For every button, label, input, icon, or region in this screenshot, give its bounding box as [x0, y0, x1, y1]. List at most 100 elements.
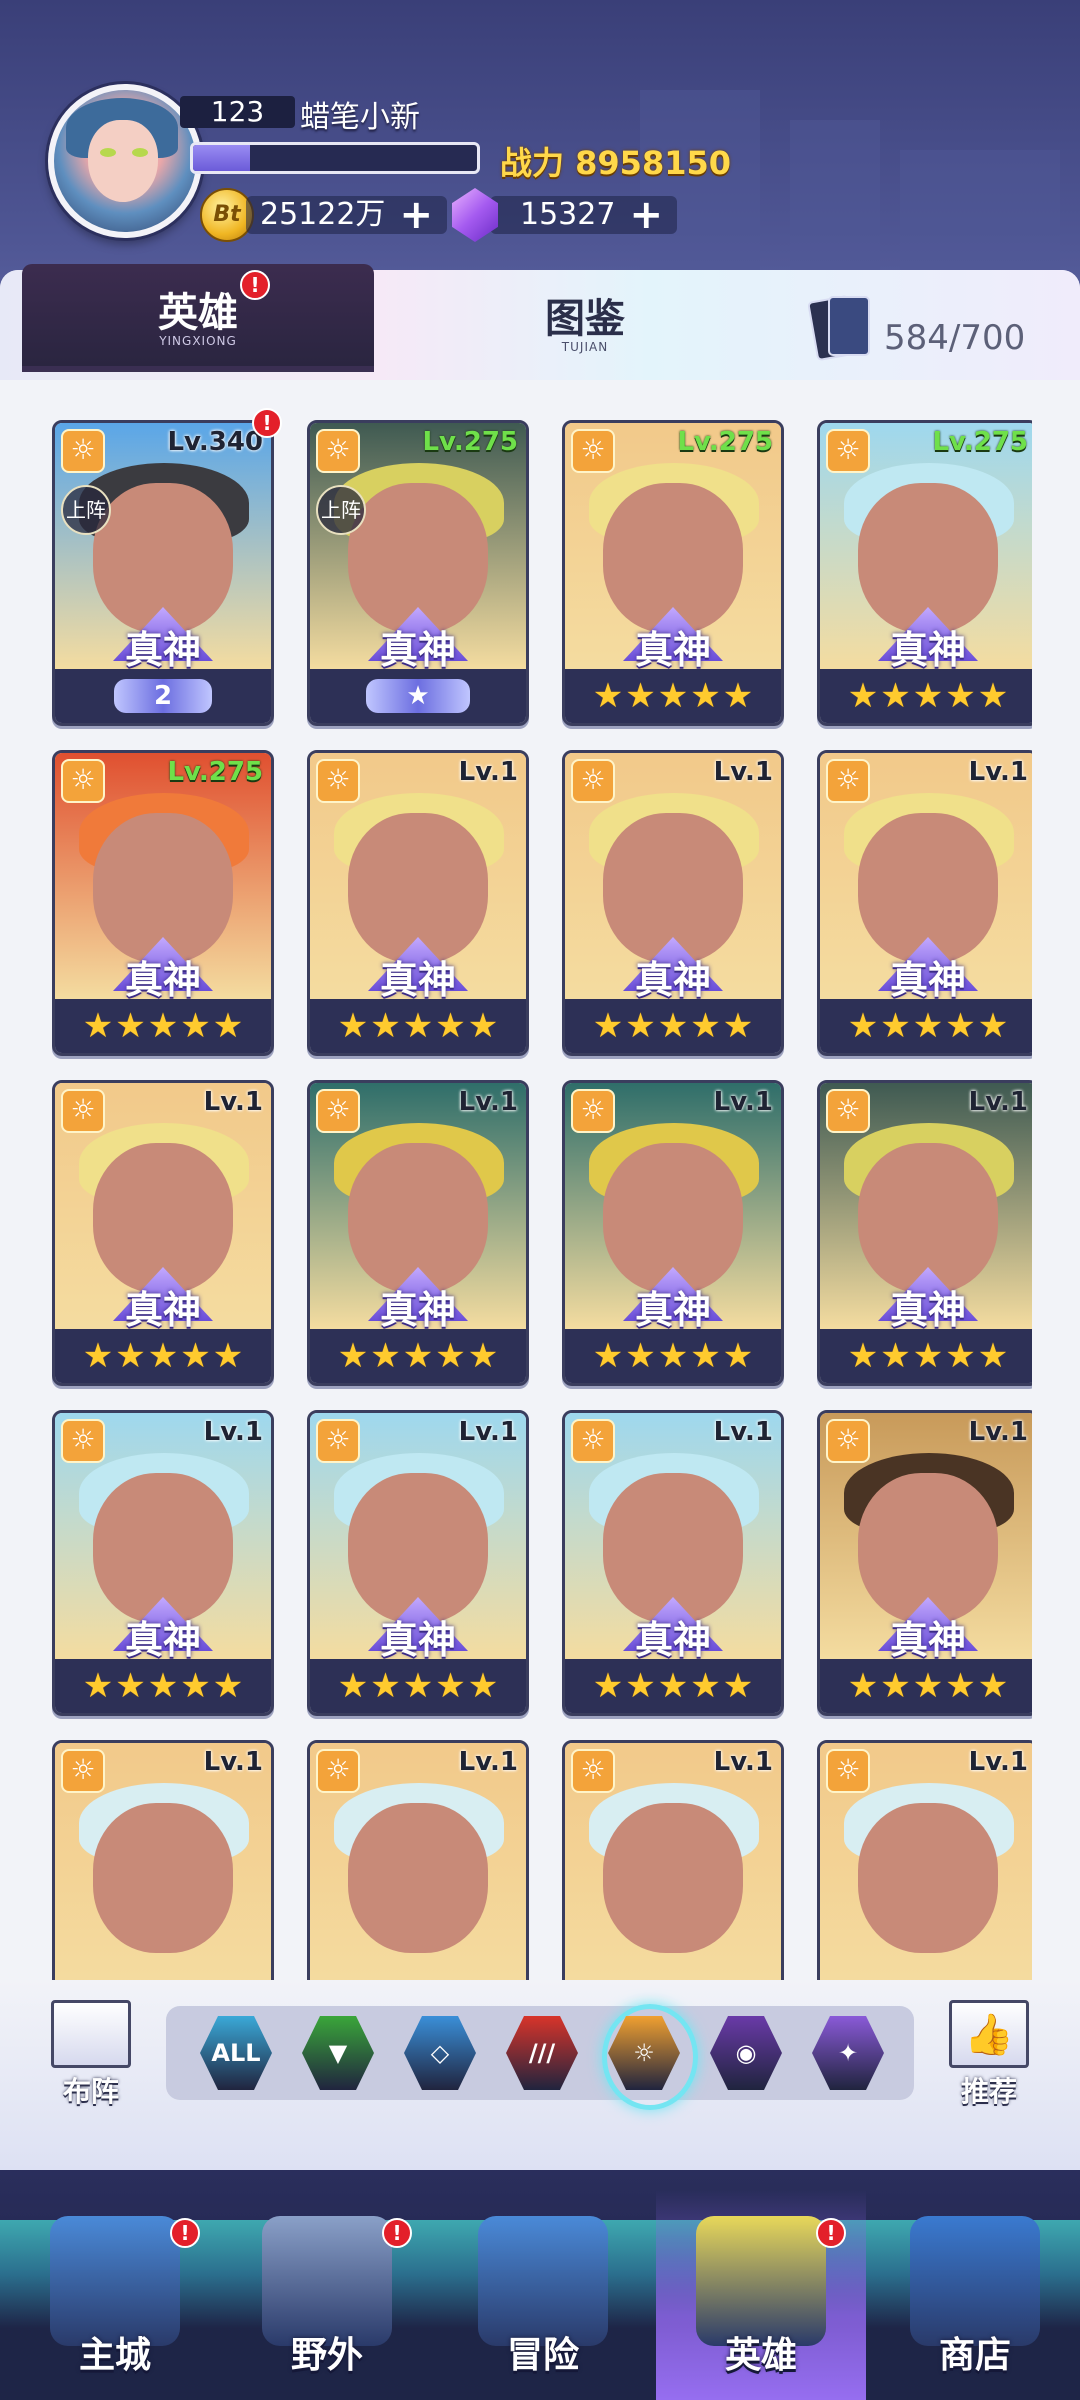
star-icon: ★ [115, 1666, 146, 1706]
hero-card[interactable]: ☼ Lv.340 上阵 真神 2 [52, 420, 274, 726]
light-element-icon: ☼ [826, 759, 870, 803]
rank-label: 真神 [124, 1288, 201, 1332]
hero-card[interactable]: ☼ Lv.275 真神 ★ ★ ★ ★ ★ [562, 420, 784, 726]
hero-rank-strip: ★ [310, 669, 526, 723]
star-icon: ★ [977, 1006, 1009, 1046]
hero-card[interactable]: ☼ Lv.1 真神 ★ ★ ★ ★ ★ [562, 1410, 784, 1716]
hero-level: Lv.275 [422, 427, 518, 457]
star-icon: ★ [180, 1336, 211, 1376]
nav-adventure[interactable]: 冒险 [438, 2190, 648, 2400]
star-icon: ★ [880, 1666, 911, 1706]
star-icon: ★ [337, 1336, 369, 1376]
hero-level: Lv.1 [713, 1747, 773, 1777]
tab-atlas-sublabel: TUJIAN [561, 340, 609, 354]
tab-atlas[interactable]: 图鉴 TUJIAN [400, 270, 770, 370]
light-element-icon: ☼ [316, 1089, 360, 1133]
light-element-icon: ☼ [61, 759, 105, 803]
hero-card[interactable]: ☼ Lv.1 真神 ★ ★ ★ ★ ★ [817, 750, 1032, 1056]
hero-card[interactable]: ☼ Lv.1 真神 ★ ★ ★ ★ ★ [562, 1080, 784, 1386]
exp-bar [190, 142, 480, 174]
hero-level: Lv.1 [713, 757, 773, 787]
hero-rank-strip: ★ ★ ★ ★ ★ [55, 1659, 271, 1713]
star-icon: ★ [82, 1336, 114, 1376]
tab-heroes-label: 英雄 [158, 290, 238, 336]
star-icon: ★ [690, 1006, 721, 1046]
hero-card[interactable]: ☼ Lv.1 真神 ★ ★ ★ ★ ★ [817, 1410, 1032, 1716]
hero-level: Lv.1 [203, 1747, 263, 1777]
star-icon: ★ [657, 676, 689, 716]
star-icon: ★ [945, 1006, 976, 1046]
light-element-icon: ☼ [61, 1749, 105, 1793]
rank-label: 真神 [124, 958, 201, 1002]
tab-atlas-label: 图鉴 [545, 296, 625, 342]
formation-label: 布阵 [62, 2075, 119, 2108]
hero-level: Lv.1 [458, 1747, 518, 1777]
hero-level: Lv.275 [932, 427, 1028, 457]
star-icon: ★ [657, 1006, 689, 1046]
hero-card[interactable]: ☼ Lv.1 真神 ★ ★ ★ ★ ★ [52, 1410, 274, 1716]
gem-currency: 15327 + [452, 188, 677, 242]
nav-heroes[interactable]: 英雄! [656, 2190, 866, 2400]
on-team-badge: 上阵 [61, 485, 111, 535]
add-coins-button[interactable]: + [399, 195, 433, 235]
star-icon: ★ [180, 1666, 211, 1706]
hero-card[interactable]: ☼ Lv.1 真神 ★ ★ ★ ★ ★ [52, 1080, 274, 1386]
star-icon: ★ [212, 1006, 244, 1046]
hero-card[interactable]: ☼ Lv.1 真神 ★ ★ ★ ★ ★ [307, 1080, 529, 1386]
light-element-icon: ☼ [826, 1749, 870, 1793]
hero-level: Lv.1 [713, 1087, 773, 1117]
tab-heroes[interactable]: 英雄 YINGXIONG ! [22, 264, 374, 372]
star-icon: ★ [912, 1336, 944, 1376]
add-gems-button[interactable]: + [629, 195, 663, 235]
rank-label: 真神 [379, 1618, 456, 1662]
hero-card[interactable]: ☼ Lv.1 真神 ★ ★ ★ ★ ★ [307, 1410, 529, 1716]
rank-label: 真神 [889, 1618, 966, 1662]
light-element-icon: ☼ [61, 1089, 105, 1133]
hero-card[interactable]: ☼ Lv.275 真神 ★ ★ ★ ★ ★ [817, 420, 1032, 726]
star-icon: ★ [115, 1336, 146, 1376]
rank-label: 真神 [889, 1288, 966, 1332]
player-name: 蜡笔小新 [300, 100, 420, 135]
hero-rank-strip: ★ ★ ★ ★ ★ [565, 999, 781, 1053]
hero-card[interactable]: ☼ Lv.275 上阵 真神 ★ [307, 420, 529, 726]
nav-label: 英雄 [724, 2335, 797, 2376]
player-avatar[interactable] [48, 84, 202, 238]
star-icon: ★ [180, 1006, 211, 1046]
nav-label: 商店 [938, 2335, 1011, 2376]
star-icon: ★ [977, 676, 1009, 716]
rank-label: 真神 [379, 1288, 456, 1332]
hero-level: Lv.1 [458, 757, 518, 787]
star-icon: ★ [82, 1006, 114, 1046]
coin-amount: 25122万 [260, 197, 386, 232]
star-icon: ★ [847, 676, 879, 716]
star-icon: ★ [212, 1666, 244, 1706]
nav-main-city[interactable]: 主城! [10, 2190, 220, 2400]
hero-level: Lv.1 [968, 1747, 1028, 1777]
hero-level: Lv.340 [167, 427, 263, 457]
star-icon: ★ [880, 1006, 911, 1046]
star-icon: ★ [370, 1666, 401, 1706]
hero-level: Lv.1 [968, 757, 1028, 787]
hero-card[interactable]: ☼ Lv.275 真神 ★ ★ ★ ★ ★ [52, 750, 274, 1056]
star-icon: ★ [337, 1006, 369, 1046]
star-icon: ★ [625, 1666, 656, 1706]
nav-wild[interactable]: 野外! [222, 2190, 432, 2400]
recommend-button[interactable]: 👍 推荐 [944, 2000, 1034, 2110]
hero-card[interactable]: ☼ Lv.1 真神 ★ ★ ★ ★ ★ [817, 1080, 1032, 1386]
nav-shop[interactable]: 商店 [870, 2190, 1080, 2400]
hero-rank-strip: ★ ★ ★ ★ ★ [565, 1329, 781, 1383]
formation-button[interactable]: 布阵 [46, 2000, 136, 2110]
light-element-icon: ☼ [316, 1419, 360, 1463]
hero-card[interactable]: ☼ Lv.1 真神 ★ ★ ★ ★ ★ [562, 750, 784, 1056]
star-icon: ★ [690, 676, 721, 716]
light-element-icon: ☼ [571, 1419, 615, 1463]
flag-icon [51, 2000, 131, 2068]
hero-card[interactable]: ☼ Lv.1 真神 ★ ★ ★ ★ ★ [307, 750, 529, 1056]
star-icon: ★ [722, 1336, 754, 1376]
hero-rank-strip: ★ ★ ★ ★ ★ [820, 1329, 1032, 1383]
rank-label: 真神 [889, 958, 966, 1002]
notification-badge: ! [240, 270, 270, 300]
star-icon: ★ [402, 1666, 434, 1706]
hero-rank-strip: ★ ★ ★ ★ ★ [310, 999, 526, 1053]
nav-label: 主城 [78, 2335, 151, 2376]
